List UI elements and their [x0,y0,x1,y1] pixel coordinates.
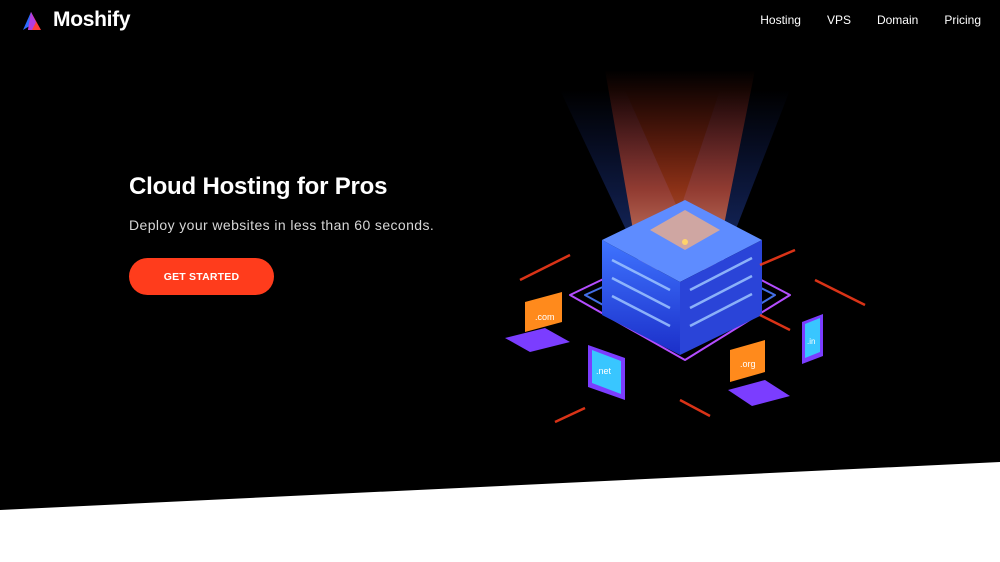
nav-link-domain[interactable]: Domain [877,12,918,28]
nav-menu: Hosting VPS Domain Pricing [734,12,981,28]
domain-in-label: .in [807,337,815,346]
hero-subtitle: Deploy your websites in less than 60 sec… [129,217,435,233]
navbar: Moshify Hosting VPS Domain Pricing [0,0,1000,40]
brand-name: Moshify [53,8,131,31]
hosting-illustration: .com .net .org .in [505,70,866,424]
laptop-org-icon: .org [728,340,790,406]
brand-logo[interactable]: Moshify [19,8,131,32]
laptop-com-icon: .com [505,292,570,352]
domain-com-label: .com [535,312,555,322]
logo-icon [23,12,41,30]
nav-link-hosting[interactable]: Hosting [760,12,801,28]
nav-link-pricing[interactable]: Pricing [944,12,981,28]
nav-link-vps[interactable]: VPS [827,12,851,28]
hero-title: Cloud Hosting for Pros [129,173,388,200]
domain-net-label: .net [596,366,612,376]
phone-in-icon: .in [802,314,823,364]
tablet-net-icon: .net [588,345,625,400]
get-started-button[interactable]: GET STARTED [129,258,274,295]
domain-org-label: .org [740,359,756,369]
